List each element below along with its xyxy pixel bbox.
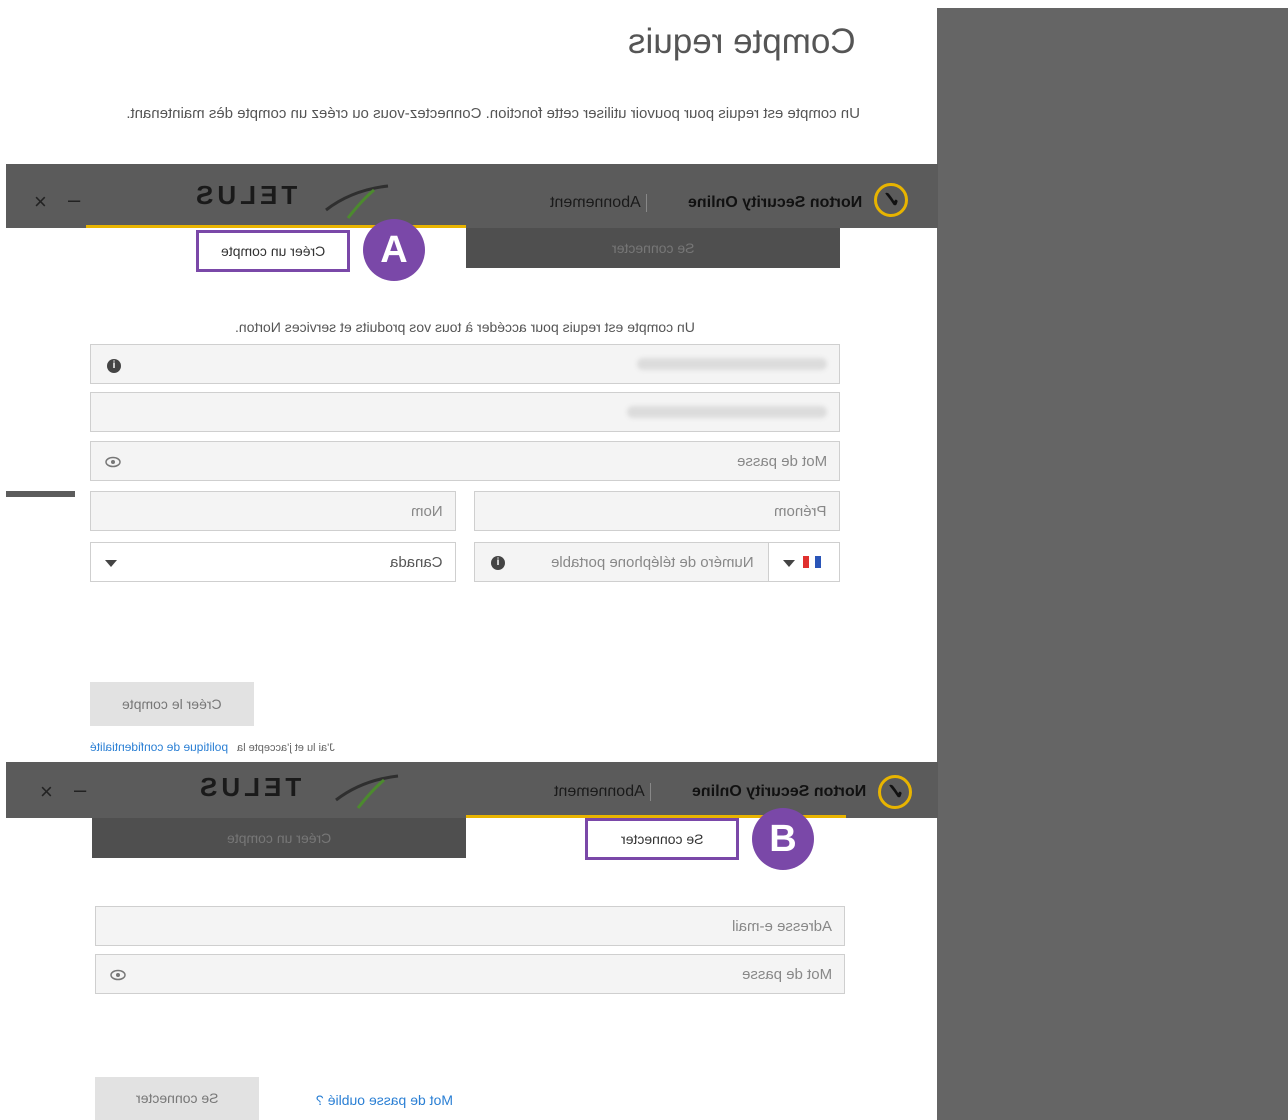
telus-swoosh-icon	[325, 184, 389, 219]
info-icon[interactable]: i	[107, 359, 121, 373]
chevron-down-icon[interactable]	[783, 560, 795, 567]
email-confirm-blurred-value	[627, 406, 827, 418]
email-field[interactable]: i	[90, 344, 840, 384]
phone-group: Numéro de téléphone portable i	[474, 542, 840, 582]
page-description: Un compte est requis pour pouvoir utilis…	[120, 103, 860, 125]
chevron-down-icon[interactable]	[105, 560, 117, 567]
scroll-indicator	[6, 491, 75, 497]
page-title-text: Compte requis	[628, 22, 856, 61]
password-field[interactable]: Mot de passe	[90, 441, 840, 481]
country-select[interactable]: Canada	[90, 542, 456, 582]
page-root: Compte requis Un compte est requis pour …	[0, 0, 1288, 1120]
telus-logo: TELUS	[192, 180, 298, 210]
tab-create-label[interactable]: Créer un compte	[196, 230, 350, 272]
subscription-label: Abonnement	[554, 783, 645, 800]
tab-create-inactive[interactable]: Créer un compte	[92, 818, 466, 858]
top-strip	[937, 0, 1288, 8]
dialog-header-create: ✓ Norton Security Online Abonnement TELU…	[6, 164, 938, 228]
subscription-label: Abonnement	[550, 194, 641, 211]
brand-name: Norton Security Online	[691, 783, 866, 800]
dialog-header-signin: ✓ Norton Security Online Abonnement TELU…	[6, 762, 938, 818]
norton-check-icon: ✓	[874, 183, 908, 217]
info-icon[interactable]: i	[491, 556, 505, 570]
telus-swoosh-icon	[335, 774, 399, 809]
backdrop-panel	[937, 8, 1288, 1120]
consent-line: politique de confidentialité J'ai lu et …	[90, 738, 335, 754]
email-confirm-field[interactable]	[90, 392, 840, 432]
header-separator	[650, 783, 651, 801]
privacy-policy-link[interactable]: politique de confidentialité	[90, 740, 228, 754]
eye-icon[interactable]	[105, 454, 121, 470]
page-title: Compte requis	[628, 22, 856, 62]
tab-signin-label[interactable]: Se connecter	[585, 818, 739, 860]
eye-icon[interactable]	[110, 967, 126, 983]
callout-b-badge: B	[752, 808, 814, 870]
minimize-icon[interactable]: –	[68, 187, 80, 213]
page-description-text: Un compte est requis pour pouvoir utilis…	[126, 105, 860, 122]
email-blurred-value	[637, 358, 827, 370]
signin-button[interactable]: Se connecter	[95, 1077, 259, 1120]
brand-name: Norton Security Online	[687, 194, 862, 211]
france-flag-icon[interactable]	[803, 556, 821, 568]
forgot-password-link[interactable]: Mot de passe oublié ?	[316, 1092, 453, 1108]
norton-check-icon: ✓	[878, 775, 912, 809]
create-subtitle: Un compte est requis pour accéder à tous…	[235, 319, 695, 335]
close-icon[interactable]: ×	[34, 189, 47, 215]
consent-text: J'ai lu et j'accepte la	[236, 742, 335, 754]
last-name-field[interactable]: Nom	[90, 491, 456, 531]
create-account-button[interactable]: Créer le compte	[90, 682, 254, 726]
tab-signin-inactive[interactable]: Se connecter	[466, 228, 840, 268]
minimize-icon[interactable]: –	[74, 777, 86, 803]
close-icon[interactable]: ×	[40, 779, 53, 805]
signin-email-field[interactable]: Adresse e-mail	[95, 906, 845, 946]
telus-logo: TELUS	[196, 772, 302, 802]
first-name-field[interactable]: Prénom	[474, 491, 840, 531]
signin-password-field[interactable]: Mot de passe	[95, 954, 845, 994]
phone-input[interactable]: Numéro de téléphone portable i	[475, 543, 769, 581]
header-separator	[646, 194, 647, 212]
callout-a-badge: A	[363, 219, 425, 281]
